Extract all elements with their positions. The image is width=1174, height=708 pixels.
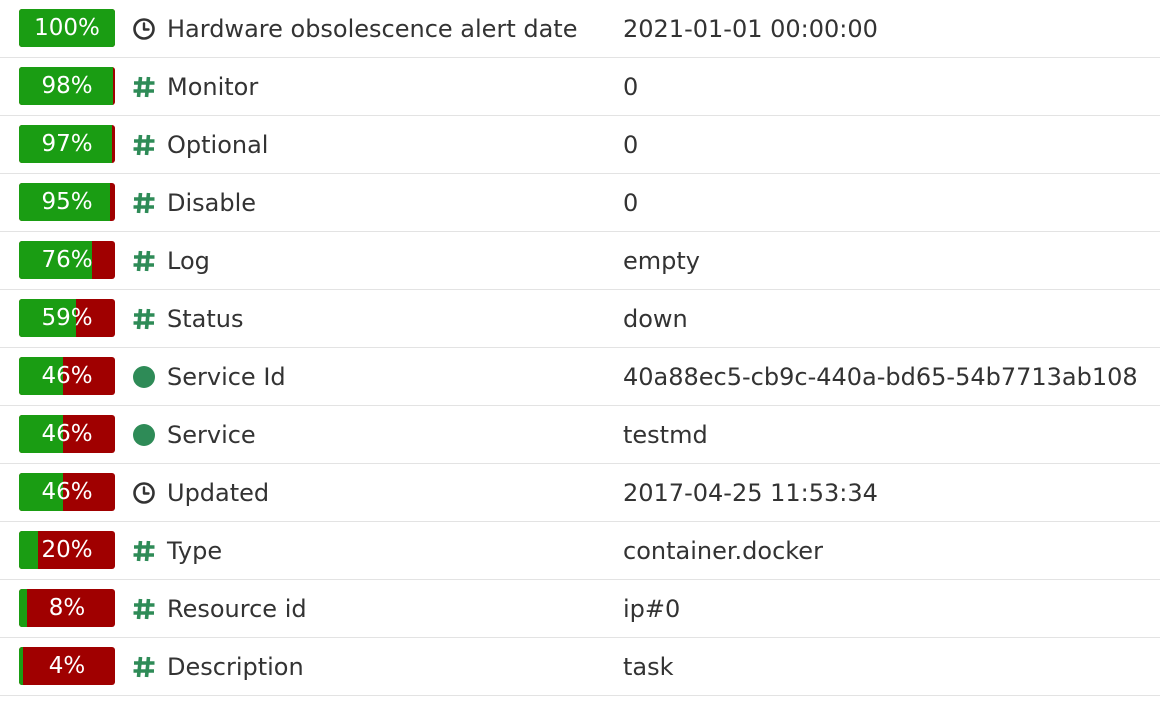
- completeness-bar: 97%: [19, 125, 115, 163]
- field-value: 2021-01-01 00:00:00: [623, 14, 878, 43]
- completeness-bar: 46%: [19, 357, 115, 395]
- clock-icon: [131, 480, 157, 506]
- hash-icon: [131, 190, 157, 216]
- field-value: 0: [623, 188, 639, 217]
- completeness-label: 46%: [41, 363, 93, 389]
- field-value: empty: [623, 246, 700, 275]
- field-name: Log: [167, 246, 210, 275]
- field-name: Description: [167, 652, 304, 681]
- field-name: Status: [167, 304, 244, 333]
- table-row: 59% Status down: [0, 290, 1160, 348]
- table-row: 20% Type container.docker: [0, 522, 1160, 580]
- completeness-label: 76%: [41, 247, 93, 273]
- field-name: Updated: [167, 478, 270, 507]
- hash-icon: [131, 654, 157, 680]
- field-value: testmd: [623, 420, 708, 449]
- completeness-label: 59%: [41, 305, 93, 331]
- field-value: 40a88ec5-cb9c-440a-bd65-54b7713ab108: [623, 362, 1138, 391]
- field-value: ip#0: [623, 594, 681, 623]
- hash-icon: [131, 132, 157, 158]
- table-row: 8% Resource id ip#0: [0, 580, 1160, 638]
- field-value: task: [623, 652, 674, 681]
- completeness-label: 4%: [48, 653, 86, 679]
- completeness-bar: 59%: [19, 299, 115, 337]
- completeness-label: 100%: [34, 15, 100, 41]
- completeness-bar: 98%: [19, 67, 115, 105]
- completeness-label: 97%: [41, 131, 93, 157]
- table-row: 76% Log empty: [0, 232, 1160, 290]
- table-row: 46% Updated 2017-04-25 11:53:34: [0, 464, 1160, 522]
- completeness-bar: 46%: [19, 473, 115, 511]
- field-name: Optional: [167, 130, 269, 159]
- hash-icon: [131, 306, 157, 332]
- table-row: 46% Service Id 40a88ec5-cb9c-440a-bd65-54b…: [0, 348, 1160, 406]
- field-name: Monitor: [167, 72, 259, 101]
- completeness-bar: 95%: [19, 183, 115, 221]
- completeness-bar: 76%: [19, 241, 115, 279]
- completeness-label: 8%: [48, 595, 86, 621]
- hash-icon: [131, 538, 157, 564]
- field-value: 0: [623, 72, 639, 101]
- completeness-label: 46%: [41, 479, 93, 505]
- completeness-label: 20%: [41, 537, 93, 563]
- table-row: 97% Optional 0: [0, 116, 1160, 174]
- field-name: Type: [167, 536, 223, 565]
- dot-icon: [131, 422, 157, 448]
- completeness-bar: 20%: [19, 531, 115, 569]
- field-name: Disable: [167, 188, 257, 217]
- completeness-bar: 4%: [19, 647, 115, 685]
- table-row: 4% Description task: [0, 638, 1160, 696]
- completeness-label: 95%: [41, 189, 93, 215]
- field-name: Resource id: [167, 594, 307, 623]
- completeness-bar: 100%: [19, 9, 115, 47]
- field-name: Service: [167, 420, 256, 449]
- fields-table: 100% Hardware obsolescence alert date 2021…: [0, 0, 1160, 696]
- dot-icon: [131, 364, 157, 390]
- clock-icon: [131, 16, 157, 42]
- field-value: container.docker: [623, 536, 823, 565]
- table-row: 95% Disable 0: [0, 174, 1160, 232]
- table-row: 46% Service testmd: [0, 406, 1160, 464]
- hash-icon: [131, 596, 157, 622]
- hash-icon: [131, 74, 157, 100]
- field-value: 2017-04-25 11:53:34: [623, 478, 878, 507]
- field-name: Service Id: [167, 362, 286, 391]
- completeness-label: 98%: [41, 73, 93, 99]
- field-name: Hardware obsolescence alert date: [167, 14, 578, 43]
- table-row: 100% Hardware obsolescence alert date 2021…: [0, 0, 1160, 58]
- completeness-bar: 8%: [19, 589, 115, 627]
- field-value: 0: [623, 130, 639, 159]
- table-row: 98% Monitor 0: [0, 58, 1160, 116]
- hash-icon: [131, 248, 157, 274]
- completeness-bar: 46%: [19, 415, 115, 453]
- completeness-label: 46%: [41, 421, 93, 447]
- field-value: down: [623, 304, 688, 333]
